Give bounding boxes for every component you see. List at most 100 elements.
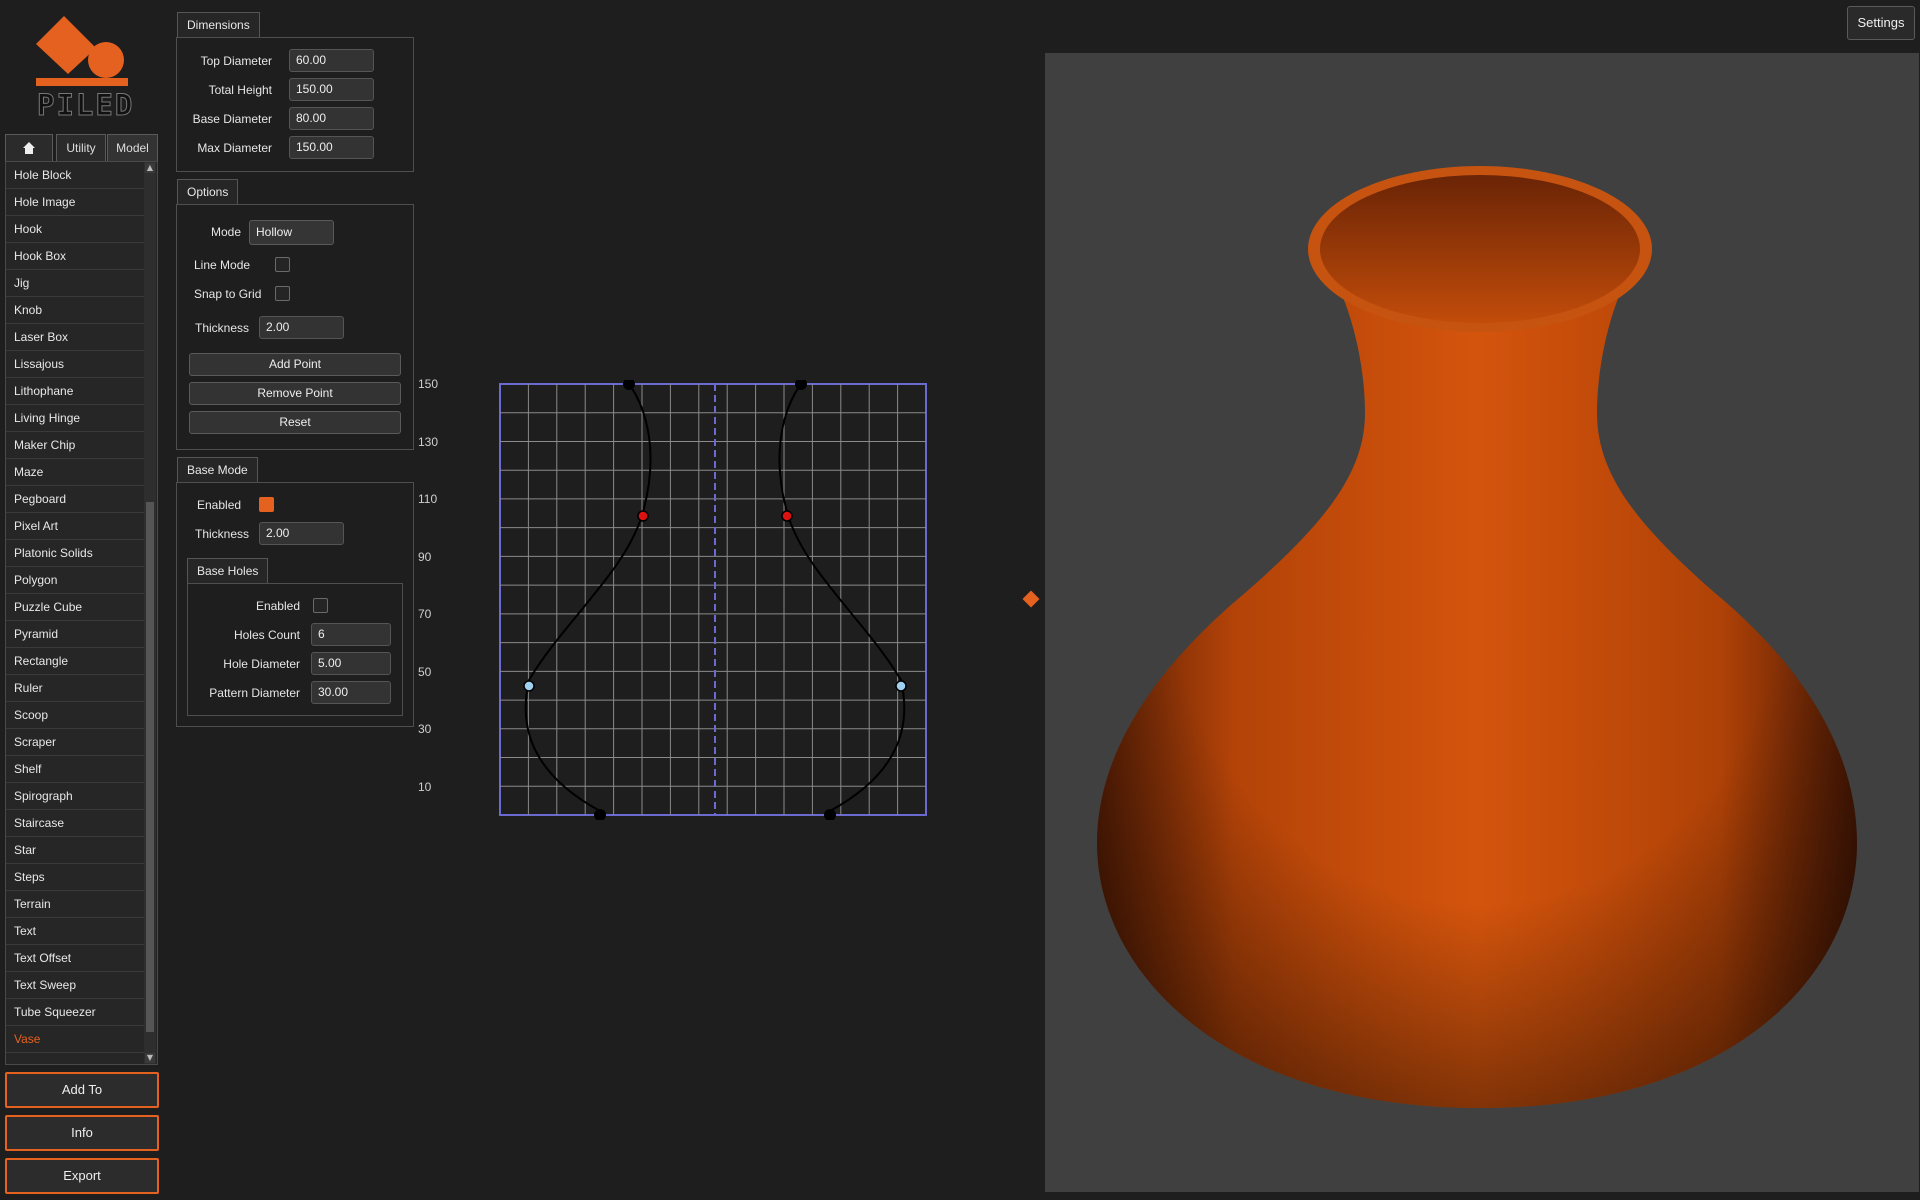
list-item[interactable]: Hook Box [6, 243, 145, 270]
base-mode-header: Base Mode [177, 457, 258, 482]
line-mode-label: Line Mode [194, 258, 251, 272]
hole-diameter-input[interactable]: 5.00 [311, 652, 391, 675]
list-item[interactable]: Rectangle [6, 648, 145, 675]
base-diameter-input[interactable]: 80.00 [289, 107, 374, 130]
list-item[interactable]: Maze [6, 459, 145, 486]
piled-logo: PILED [34, 16, 133, 123]
list-item[interactable]: Shelf [6, 756, 145, 783]
y-tick-label: 150 [418, 377, 439, 391]
snap-to-grid-label: Snap to Grid [194, 287, 262, 301]
top-diameter-input[interactable]: 60.00 [289, 49, 374, 72]
tab-utility[interactable]: Utility [56, 134, 106, 161]
list-item[interactable]: Scoop [6, 702, 145, 729]
list-item[interactable]: Hook [6, 216, 145, 243]
list-item[interactable]: Hole Image [6, 189, 145, 216]
export-button[interactable]: Export [5, 1158, 159, 1194]
holes-enabled-label: Enabled [255, 599, 300, 613]
y-tick-label: 130 [418, 435, 439, 449]
pattern-diameter-input[interactable]: 30.00 [311, 681, 391, 704]
tab-home[interactable] [5, 134, 53, 161]
settings-button[interactable]: Settings [1847, 6, 1915, 40]
dimensions-panel: Top Diameter 60.00 Total Height 150.00 B… [176, 37, 414, 172]
tab-model[interactable]: Model [107, 134, 158, 161]
hole-diameter-label: Hole Diameter [223, 657, 300, 671]
splitter-handle-icon[interactable] [1022, 590, 1040, 608]
control-point-selected[interactable] [781, 510, 793, 522]
base-diameter-label: Base Diameter [192, 112, 272, 126]
list-item[interactable]: Text Sweep [6, 972, 145, 999]
max-diameter-label: Max Diameter [197, 141, 272, 155]
base-holes-panel: Enabled Holes Count 6 Hole Diameter 5.00… [187, 583, 403, 716]
remove-point-button[interactable]: Remove Point [189, 382, 401, 405]
y-tick-label: 10 [418, 780, 432, 794]
list-item[interactable]: Pegboard [6, 486, 145, 513]
add-to-button[interactable]: Add To [5, 1072, 159, 1108]
info-button[interactable]: Info [5, 1115, 159, 1151]
scroll-thumb[interactable] [146, 502, 154, 1032]
reset-button[interactable]: Reset [189, 411, 401, 434]
base-enabled-label: Enabled [197, 498, 242, 512]
list-item[interactable]: Steps [6, 864, 145, 891]
mode-label: Mode [210, 225, 241, 239]
control-point-selected[interactable] [637, 510, 649, 522]
control-point-handle[interactable] [523, 680, 535, 692]
y-tick-label: 110 [418, 492, 438, 506]
snap-to-grid-checkbox[interactable] [275, 286, 290, 301]
add-point-button[interactable]: Add Point [189, 353, 401, 376]
scroll-down-icon[interactable]: ▼ [145, 1053, 155, 1063]
list-item[interactable]: Vase [6, 1026, 145, 1053]
total-height-input[interactable]: 150.00 [289, 78, 374, 101]
list-item[interactable]: Spirograph [6, 783, 145, 810]
y-tick-label: 50 [418, 665, 432, 679]
max-diameter-input[interactable]: 150.00 [289, 136, 374, 159]
list-item[interactable]: Knob [6, 297, 145, 324]
list-item[interactable]: Puzzle Cube [6, 594, 145, 621]
list-item[interactable]: Text [6, 918, 145, 945]
list-item[interactable]: Scraper [6, 729, 145, 756]
home-icon [22, 142, 36, 158]
list-item[interactable]: Living Hinge [6, 405, 145, 432]
line-mode-checkbox[interactable] [275, 257, 290, 272]
list-item[interactable]: Tube Squeezer [6, 999, 145, 1026]
list-item[interactable]: Terrain [6, 891, 145, 918]
control-point-handle[interactable] [895, 680, 907, 692]
holes-count-input[interactable]: 6 [311, 623, 391, 646]
list-item[interactable]: Pyramid [6, 621, 145, 648]
base-thickness-input[interactable]: 2.00 [259, 522, 344, 545]
profile-grid-frame [499, 383, 927, 816]
list-item[interactable]: Platonic Solids [6, 540, 145, 567]
list-scrollbar[interactable]: ▲ ▼ [144, 162, 156, 1064]
list-item[interactable]: Ruler [6, 675, 145, 702]
app-window: PILED Utility Model Hole Block Hole Image… [0, 0, 1920, 1200]
list-item[interactable]: Staircase [6, 810, 145, 837]
options-header: Options [177, 179, 239, 204]
list-item[interactable]: Lissajous [6, 351, 145, 378]
list-item[interactable]: Maker Chip [6, 432, 145, 459]
thickness-input[interactable]: 2.00 [259, 316, 344, 339]
list-item[interactable]: Laser Box [6, 324, 145, 351]
base-holes-header: Base Holes [187, 558, 269, 583]
vase-opening [1320, 175, 1640, 323]
list-item[interactable]: Jig [6, 270, 145, 297]
holes-count-label: Holes Count [233, 628, 300, 642]
list-item[interactable]: Polygon [6, 567, 145, 594]
model-list-items: Hole Block Hole Image Hook Hook Box Jig Knob L… [6, 162, 157, 1053]
list-item[interactable]: Star [6, 837, 145, 864]
3d-viewport[interactable] [1045, 53, 1919, 1192]
scroll-up-icon[interactable]: ▲ [145, 163, 155, 173]
holes-enabled-checkbox[interactable] [313, 598, 328, 613]
profile-editor[interactable] [495, 380, 935, 820]
dimensions-header: Dimensions [177, 12, 260, 37]
thickness-label: Thickness [195, 321, 250, 335]
total-height-label: Total Height [208, 83, 272, 97]
list-item[interactable]: Text Offset [6, 945, 145, 972]
top-diameter-label: Top Diameter [200, 54, 272, 68]
base-enabled-checkbox[interactable] [259, 497, 274, 512]
pattern-diameter-label: Pattern Diameter [209, 686, 300, 700]
mode-select[interactable]: Hollow [249, 220, 334, 245]
base-mode-panel: Enabled Thickness 2.00 Base Holes Enable… [176, 482, 414, 727]
list-item[interactable]: Pixel Art [6, 513, 145, 540]
list-item[interactable]: Lithophane [6, 378, 145, 405]
list-item[interactable]: Hole Block [6, 162, 145, 189]
model-list[interactable]: Hole Block Hole Image Hook Hook Box Jig Knob L… [5, 161, 158, 1065]
